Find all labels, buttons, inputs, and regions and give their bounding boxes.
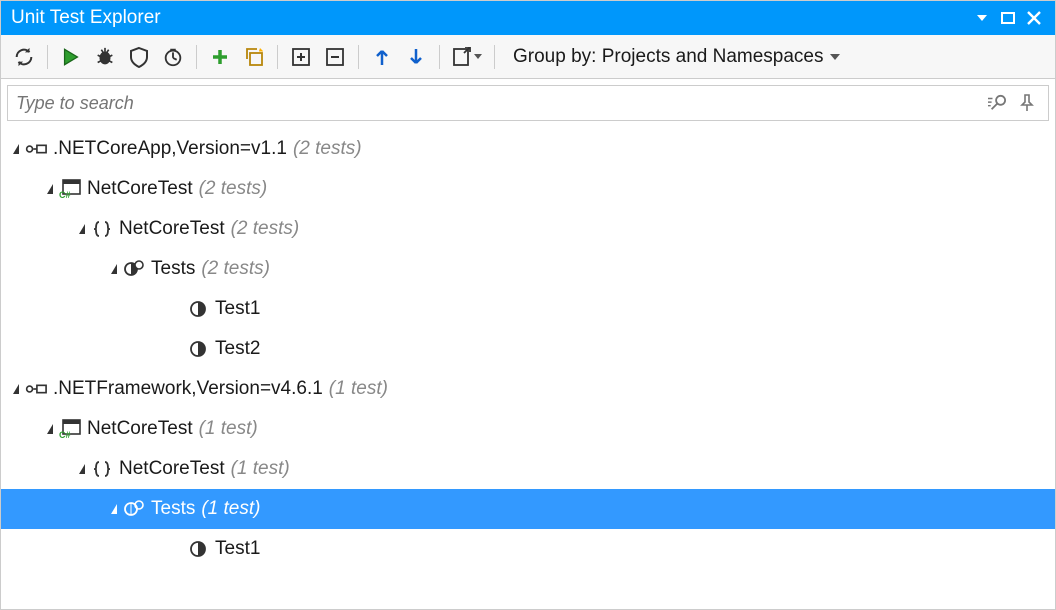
refresh-button[interactable] xyxy=(7,40,41,74)
expander-icon xyxy=(47,184,53,194)
tree-test[interactable]: Test2 xyxy=(1,329,1055,369)
node-label: .NETFramework,Version=v4.6.1 xyxy=(53,378,323,400)
toolbar-separator xyxy=(439,45,440,69)
svg-text:C#: C# xyxy=(59,430,71,439)
node-count: (2 tests) xyxy=(293,138,362,160)
namespace-icon xyxy=(91,218,113,240)
test-class-icon xyxy=(123,258,145,280)
expander-icon xyxy=(79,464,85,474)
tree-project[interactable]: C# NetCoreTest (1 test) xyxy=(1,409,1055,449)
node-label: NetCoreTest xyxy=(119,458,225,480)
node-count: (2 tests) xyxy=(201,258,270,280)
expander-icon xyxy=(13,384,19,394)
export-button[interactable] xyxy=(446,40,488,74)
window-options-button[interactable] xyxy=(969,5,995,31)
expander-icon xyxy=(111,504,117,514)
node-count: (1 test) xyxy=(231,458,290,480)
test-icon xyxy=(187,298,209,320)
node-count: (1 test) xyxy=(329,378,388,400)
expand-all-button[interactable] xyxy=(284,40,318,74)
append-session-button[interactable] xyxy=(237,40,271,74)
debug-button[interactable] xyxy=(88,40,122,74)
node-label: Test1 xyxy=(215,538,260,560)
profile-button[interactable] xyxy=(156,40,190,74)
new-session-button[interactable] xyxy=(203,40,237,74)
node-count: (1 test) xyxy=(199,418,258,440)
tree-project[interactable]: C# NetCoreTest (2 tests) xyxy=(1,169,1055,209)
node-label: Tests xyxy=(151,498,195,520)
expander-icon xyxy=(13,144,19,154)
group-by-label: Group by: Projects and Namespaces xyxy=(513,46,824,68)
node-count: (2 tests) xyxy=(231,218,300,240)
test-icon xyxy=(187,338,209,360)
search-input[interactable] xyxy=(16,93,982,114)
run-button[interactable] xyxy=(54,40,88,74)
chevron-down-icon xyxy=(474,54,482,59)
toolbar: Group by: Projects and Namespaces xyxy=(1,35,1055,79)
expander-icon xyxy=(79,224,85,234)
toolbar-separator xyxy=(47,45,48,69)
collapse-all-button[interactable] xyxy=(318,40,352,74)
csharp-project-icon: C# xyxy=(59,418,81,440)
node-label: .NETCoreApp,Version=v1.1 xyxy=(53,138,287,160)
search-options-button[interactable] xyxy=(982,88,1012,118)
node-label: Test2 xyxy=(215,338,260,360)
namespace-icon xyxy=(91,458,113,480)
pin-button[interactable] xyxy=(1012,88,1042,118)
target-icon xyxy=(25,138,47,160)
coverage-button[interactable] xyxy=(122,40,156,74)
svg-text:C#: C# xyxy=(59,190,71,199)
title-bar: Unit Test Explorer xyxy=(1,1,1055,35)
tree-class[interactable]: Tests (1 test) xyxy=(1,489,1055,529)
window-title: Unit Test Explorer xyxy=(11,7,969,29)
next-failed-button[interactable] xyxy=(399,40,433,74)
tree-group-framework[interactable]: .NETCoreApp,Version=v1.1 (2 tests) xyxy=(1,129,1055,169)
node-label: Test1 xyxy=(215,298,260,320)
tree-namespace[interactable]: NetCoreTest (2 tests) xyxy=(1,209,1055,249)
close-button[interactable] xyxy=(1021,5,1047,31)
group-by-dropdown[interactable]: Group by: Projects and Namespaces xyxy=(509,46,844,68)
node-label: NetCoreTest xyxy=(87,178,193,200)
expander-icon xyxy=(111,264,117,274)
toolbar-separator xyxy=(494,45,495,69)
node-label: NetCoreTest xyxy=(119,218,225,240)
target-icon xyxy=(25,378,47,400)
tree-test[interactable]: Test1 xyxy=(1,289,1055,329)
tree-group-framework[interactable]: .NETFramework,Version=v4.6.1 (1 test) xyxy=(1,369,1055,409)
test-icon xyxy=(187,538,209,560)
node-label: Tests xyxy=(151,258,195,280)
prev-failed-button[interactable] xyxy=(365,40,399,74)
node-count: (2 tests) xyxy=(199,178,268,200)
tree-namespace[interactable]: NetCoreTest (1 test) xyxy=(1,449,1055,489)
toolbar-separator xyxy=(277,45,278,69)
expander-icon xyxy=(47,424,53,434)
test-class-icon xyxy=(123,498,145,520)
search-bar xyxy=(7,85,1049,121)
tree-class[interactable]: Tests (2 tests) xyxy=(1,249,1055,289)
tree-test[interactable]: Test1 xyxy=(1,529,1055,569)
toolbar-separator xyxy=(196,45,197,69)
toolbar-separator xyxy=(358,45,359,69)
node-label: NetCoreTest xyxy=(87,418,193,440)
chevron-down-icon xyxy=(830,54,840,60)
test-tree: .NETCoreApp,Version=v1.1 (2 tests) C# Ne… xyxy=(1,125,1055,577)
maximize-button[interactable] xyxy=(995,5,1021,31)
csharp-project-icon: C# xyxy=(59,178,81,200)
node-count: (1 test) xyxy=(201,498,260,520)
